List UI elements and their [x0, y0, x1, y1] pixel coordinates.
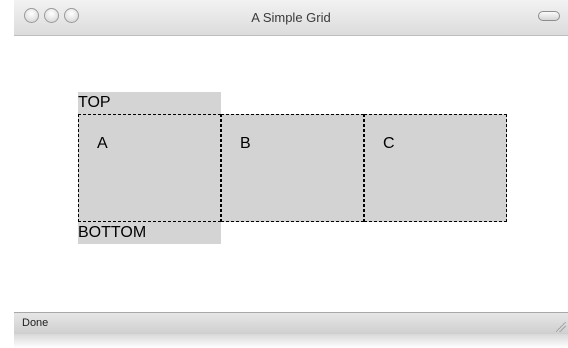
window-shadow [14, 334, 568, 348]
toolbar-toggle-button[interactable] [538, 11, 560, 21]
page-content: TOP A B C BOTTOM [14, 36, 568, 312]
grid-cell-b: B [221, 114, 364, 222]
bottom-label: BOTTOM [78, 222, 221, 244]
window-title: A Simple Grid [251, 10, 331, 25]
resize-grip-icon[interactable] [556, 322, 566, 332]
bottom-label-container: BOTTOM [78, 222, 221, 244]
top-label: TOP [78, 92, 221, 114]
grid-cell-a: A [78, 114, 221, 222]
status-bar: Done [14, 312, 568, 334]
status-text: Done [22, 317, 49, 329]
grid-cell-c: C [364, 114, 507, 222]
browser-window: A Simple Grid TOP A B C BOTTOM Done [0, 0, 568, 348]
top-label-container: TOP [78, 92, 221, 114]
grid-row: A B C [78, 114, 507, 222]
title-bar[interactable]: A Simple Grid [14, 0, 568, 36]
